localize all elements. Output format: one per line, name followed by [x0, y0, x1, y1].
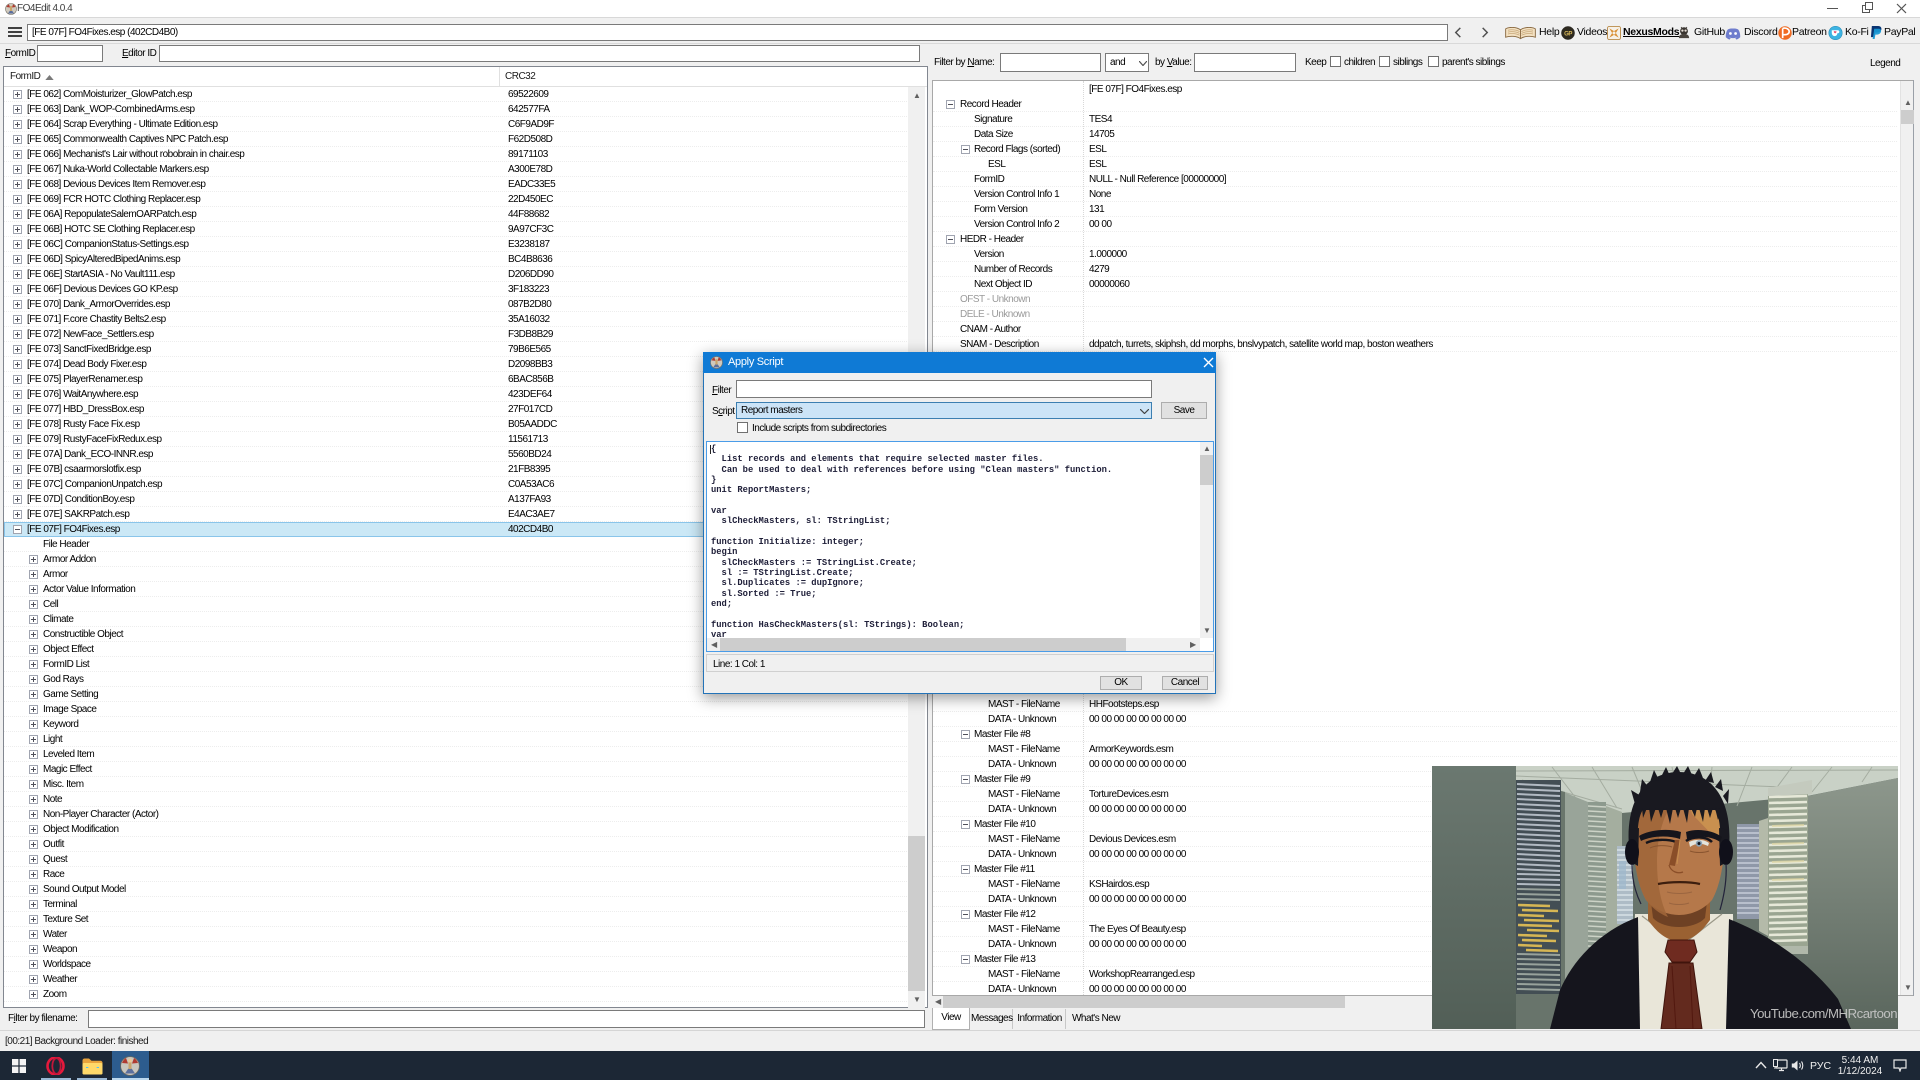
svg-text:GP: GP: [1564, 32, 1572, 38]
svg-text:YouTube.com/MHRcartoon: YouTube.com/MHRcartoon: [1750, 1006, 1897, 1021]
